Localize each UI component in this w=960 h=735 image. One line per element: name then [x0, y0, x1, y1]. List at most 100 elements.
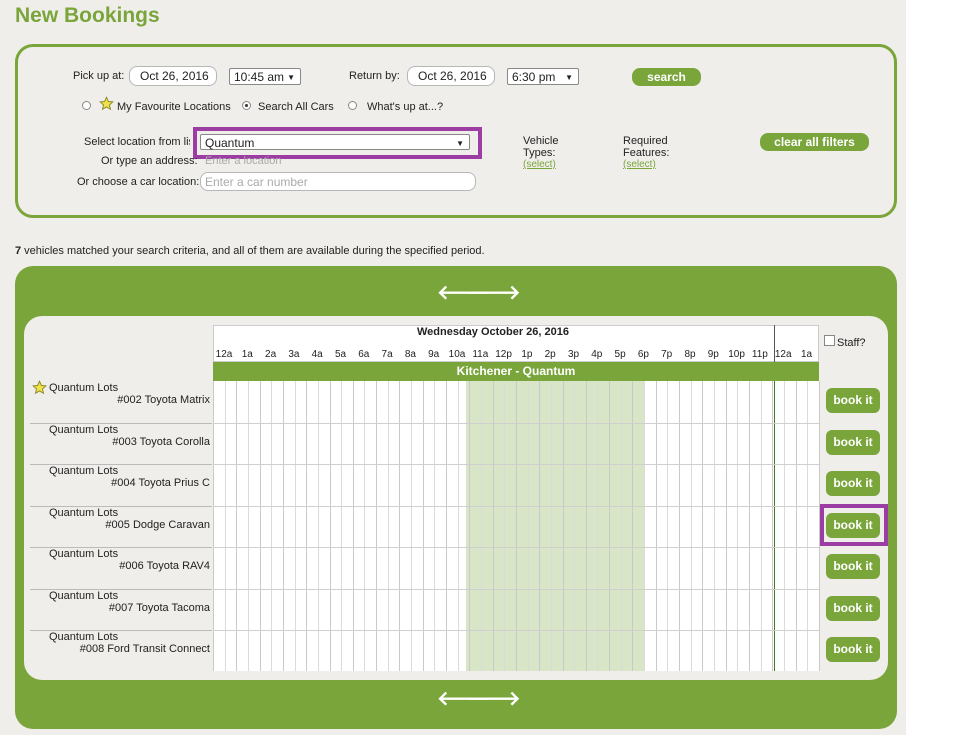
row-separator [30, 588, 212, 590]
vehicle-location: Quantum Lots [49, 423, 119, 436]
arrow-right-icon[interactable]: 🡒 [467, 280, 521, 305]
hour-label: 7p [661, 349, 673, 360]
pickup-label: Pick up at: [73, 70, 125, 82]
features-label-2: Features: [623, 147, 670, 159]
vehicle-name[interactable]: #004 Toyota Prius C [111, 477, 210, 489]
grid-column-line [644, 381, 646, 671]
address-label: Or type an address: [101, 155, 198, 167]
grid-column-line [364, 381, 366, 671]
availability-grid[interactable] [213, 381, 820, 671]
vehicle-name[interactable]: #002 Toyota Matrix [117, 394, 210, 406]
chevron-down-icon: ▼ [565, 73, 573, 82]
grid-column-line [632, 381, 634, 671]
return-date-input[interactable]: Oct 26, 2016 [407, 66, 495, 86]
grid-column-line [620, 381, 622, 671]
arrow-right-icon[interactable]: 🡒 [467, 686, 521, 711]
hour-label: 10p [728, 349, 745, 360]
book-it-button[interactable]: book it [826, 637, 880, 662]
grid-column-line [480, 381, 482, 671]
results-summary-text: vehicles matched your search criteria, a… [21, 245, 485, 257]
grid-row-line [213, 630, 819, 631]
book-button-highlight [820, 504, 888, 546]
hour-label: 4a [311, 349, 323, 360]
hour-label: 1p [521, 349, 533, 360]
row-separator [30, 547, 212, 548]
return-time-value: 6:30 pm [512, 70, 556, 84]
radio-favourite-locations[interactable] [82, 101, 91, 110]
return-time-select[interactable]: 6:30 pm ▼ [507, 68, 579, 85]
day-boundary-line [774, 381, 775, 671]
grid-column-line [376, 381, 378, 671]
book-it-button[interactable]: book it [826, 554, 880, 579]
vehicle-row: Quantum Lots #006 Toyota RAV4 [30, 548, 210, 590]
pickup-time-select[interactable]: 10:45 am ▼ [229, 68, 301, 85]
vehicle-location: Quantum Lots [49, 589, 119, 602]
clear-filters-button[interactable]: clear all filters [760, 133, 869, 151]
hour-label: 12p [495, 349, 512, 360]
book-it-button[interactable]: book it [826, 471, 880, 496]
features-select-link[interactable]: (select) [623, 159, 656, 170]
grid-column-line [492, 381, 494, 671]
grid-column-line [574, 381, 576, 671]
vehicle-name[interactable]: #007 Toyota Tacoma [109, 602, 210, 614]
grid-column-line [282, 381, 284, 671]
staff-label: Staff? [837, 337, 866, 349]
grid-column-line [737, 381, 739, 671]
vehicle-location: Quantum Lots [49, 548, 119, 560]
grid-column-line [411, 381, 413, 671]
grid-column-line [725, 381, 727, 671]
vehicle-location: Quantum Lots [49, 465, 119, 477]
row-separator [30, 422, 212, 424]
hour-label: 5a [334, 349, 347, 360]
radio-whats-up-at[interactable] [348, 101, 357, 110]
grid-column-line [434, 381, 436, 671]
grid-column-line [597, 381, 599, 671]
grid-row-line [213, 422, 819, 424]
grid-column-line [713, 381, 715, 671]
book-it-button[interactable]: book it [826, 388, 880, 413]
grid-column-line [224, 381, 226, 671]
search-button[interactable]: search [632, 68, 701, 86]
grid-column-line [748, 381, 750, 671]
hour-label: 11p [751, 349, 768, 360]
grid-column-line [550, 381, 552, 671]
vehicle-name[interactable]: #006 Toyota RAV4 [119, 560, 210, 572]
vehicle-name[interactable]: #005 Dodge Caravan [105, 519, 210, 531]
grid-column-line [609, 381, 611, 671]
grid-column-line [399, 381, 401, 671]
book-it-button[interactable]: book it [826, 429, 880, 455]
grid-column-line [807, 381, 809, 671]
return-label: Return by: [349, 70, 400, 82]
pickup-date-input[interactable]: Oct 26, 2016 [129, 66, 217, 86]
grid-column-line [352, 381, 354, 671]
whats-up-at-label: What's up at...? [367, 101, 444, 113]
grid-column-line [422, 381, 424, 671]
page-title: New Bookings [15, 4, 160, 27]
pickup-time-value: 10:45 am [234, 70, 285, 84]
hour-label: 9a [428, 349, 440, 360]
timeline-date: Wednesday October 26, 2016 [416, 326, 570, 338]
radio-search-all-cars[interactable] [242, 101, 251, 110]
hour-label: 2p [544, 349, 556, 360]
vehicle-types-select-link[interactable]: (select) [523, 159, 556, 170]
star-icon[interactable] [31, 380, 48, 398]
staff-checkbox[interactable] [824, 335, 835, 346]
grid-column-line [760, 381, 762, 671]
hour-label: 1a [800, 349, 813, 360]
grid-column-line [504, 381, 506, 671]
book-it-button[interactable]: book it [826, 595, 880, 621]
vehicle-name[interactable]: #003 Toyota Corolla [112, 436, 210, 448]
grid-column-line [387, 381, 389, 671]
location-band: Kitchener - Quantum [213, 362, 819, 381]
results-summary: 7 vehicles matched your search criteria,… [15, 245, 485, 257]
address-input[interactable]: Enter a location [205, 155, 281, 167]
star-icon [98, 96, 115, 114]
car-number-input[interactable]: Enter a car number [200, 172, 476, 191]
hour-label: 5p [614, 349, 626, 360]
grid-column-line [329, 381, 331, 671]
hour-label: 2a [265, 349, 277, 360]
grid-column-line [341, 381, 343, 671]
features-label: Required [623, 135, 668, 147]
vehicle-name[interactable]: #008 Ford Transit Connect [80, 643, 210, 655]
grid-column-line [562, 381, 564, 671]
